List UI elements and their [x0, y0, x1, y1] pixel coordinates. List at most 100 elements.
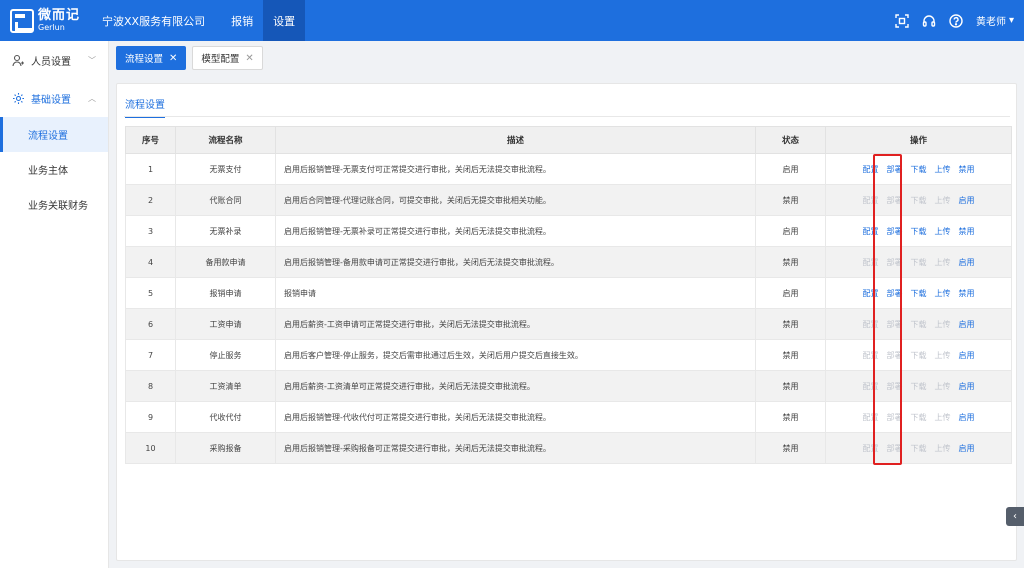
download-link[interactable]: 下载 — [911, 226, 927, 237]
toggle-status-link[interactable]: 启用 — [959, 350, 975, 361]
config-link[interactable]: 配置 — [863, 381, 879, 392]
cell-no: 10 — [125, 432, 176, 464]
cell-name: 停止服务 — [175, 339, 276, 371]
cell-status: 禁用 — [755, 401, 826, 433]
upload-link[interactable]: 上传 — [935, 226, 951, 237]
upload-link[interactable]: 上传 — [935, 443, 951, 454]
download-link[interactable]: 下载 — [911, 288, 927, 299]
deploy-link[interactable]: 部署 — [887, 257, 903, 268]
deploy-link[interactable]: 部署 — [887, 381, 903, 392]
cell-status: 禁用 — [755, 308, 826, 340]
config-link[interactable]: 配置 — [863, 226, 879, 237]
cell-name: 代收代付 — [175, 401, 276, 433]
upload-link[interactable]: 上传 — [935, 257, 951, 268]
cell-name: 工资清单 — [175, 370, 276, 402]
cell-no: 6 — [125, 308, 176, 340]
close-icon[interactable]: ✕ — [169, 53, 177, 64]
toggle-status-link[interactable]: 禁用 — [959, 164, 975, 175]
deploy-link[interactable]: 部署 — [887, 350, 903, 361]
deploy-link[interactable]: 部署 — [887, 319, 903, 330]
sidebar-group-people[interactable]: 人员设置 ﹀ — [0, 41, 108, 79]
close-icon[interactable]: ✕ — [245, 53, 253, 64]
deploy-link[interactable]: 部署 — [887, 288, 903, 299]
cell-desc: 启用后客户管理-停止服务，提交后需审批通过后生效，关闭后用户提交后直接生效。 — [275, 339, 756, 371]
caret-down-icon: ▾ — [1008, 15, 1014, 26]
upload-link[interactable]: 上传 — [935, 350, 951, 361]
cell-actions: 配置 部署 下载 上传 启用 — [825, 432, 1012, 464]
cell-actions: 配置 部署 下载 上传 启用 — [825, 308, 1012, 340]
upload-link[interactable]: 上传 — [935, 412, 951, 423]
user-name: 黄老师 — [975, 17, 1006, 28]
logo-mark-icon — [10, 8, 34, 33]
cell-status: 禁用 — [755, 432, 826, 464]
download-link[interactable]: 下载 — [911, 319, 927, 330]
logo[interactable]: 微而记 Gerlun — [0, 0, 96, 41]
deploy-link[interactable]: 部署 — [887, 443, 903, 454]
nav-reimbursement[interactable]: 报销 — [221, 0, 263, 41]
cell-actions: 配置 部署 下载 上传 启用 — [825, 339, 1012, 371]
headset-icon[interactable] — [922, 14, 936, 28]
download-link[interactable]: 下载 — [911, 257, 927, 268]
cell-actions: 配置 部署 下载 上传 启用 — [825, 370, 1012, 402]
collapse-toggle[interactable]: ‹ — [1006, 507, 1024, 526]
toggle-status-link[interactable]: 禁用 — [959, 288, 975, 299]
sidebar-item-process-settings[interactable]: 流程设置 — [0, 117, 108, 152]
column-header-actions: 操作 — [825, 126, 1012, 154]
download-link[interactable]: 下载 — [911, 195, 927, 206]
nav-settings[interactable]: 设置 — [263, 0, 306, 41]
company-name[interactable]: 宁波XX服务有限公司 — [102, 13, 205, 29]
table-row: 5 报销申请 报销申请 启用 配置 部署 下载 上传 禁用 — [125, 277, 1012, 309]
deploy-link[interactable]: 部署 — [887, 412, 903, 423]
help-icon[interactable] — [949, 13, 963, 28]
download-link[interactable]: 下载 — [911, 381, 927, 392]
download-link[interactable]: 下载 — [911, 164, 927, 175]
config-link[interactable]: 配置 — [863, 164, 879, 175]
cell-no: 3 — [125, 215, 176, 247]
cell-status: 启用 — [755, 277, 826, 309]
column-header-name: 流程名称 — [175, 126, 276, 154]
toggle-status-link[interactable]: 禁用 — [959, 226, 975, 237]
upload-link[interactable]: 上传 — [935, 195, 951, 206]
config-link[interactable]: 配置 — [863, 443, 879, 454]
upload-link[interactable]: 上传 — [935, 288, 951, 299]
toggle-status-link[interactable]: 启用 — [959, 381, 975, 392]
sidebar-group-label: 人员设置 — [31, 56, 71, 68]
column-header-status: 状态 — [755, 126, 826, 154]
sidebar-item-business-entity[interactable]: 业务主体 — [0, 152, 108, 187]
config-link[interactable]: 配置 — [863, 350, 879, 361]
toggle-status-link[interactable]: 启用 — [959, 257, 975, 268]
sidebar: 人员设置 ﹀ 基础设置 ︿ 流程设置 业务主体 业务关联财务 — [0, 41, 109, 568]
sidebar-group-basic[interactable]: 基础设置 ︿ — [0, 79, 108, 117]
toggle-status-link[interactable]: 启用 — [959, 319, 975, 330]
upload-link[interactable]: 上传 — [935, 164, 951, 175]
scan-icon[interactable] — [895, 13, 909, 28]
cell-status: 禁用 — [755, 339, 826, 371]
toggle-status-link[interactable]: 启用 — [959, 443, 975, 454]
subtab-process-settings[interactable]: 流程设置 — [125, 96, 165, 118]
download-link[interactable]: 下载 — [911, 350, 927, 361]
toggle-status-link[interactable]: 启用 — [959, 195, 975, 206]
download-link[interactable]: 下载 — [911, 443, 927, 454]
cell-name: 备用款申请 — [175, 246, 276, 278]
config-link[interactable]: 配置 — [863, 412, 879, 423]
header-actions: 黄老师 ▾ — [895, 0, 1014, 41]
sidebar-item-business-finance[interactable]: 业务关联财务 — [0, 187, 108, 222]
upload-link[interactable]: 上传 — [935, 381, 951, 392]
cell-status: 禁用 — [755, 246, 826, 278]
config-link[interactable]: 配置 — [863, 319, 879, 330]
process-table: 序号 流程名称 描述 状态 操作 1 无票支付 启用后报销管理-无票支付可正常提交进… — [125, 126, 1012, 464]
cell-desc: 启用后合同管理-代理记账合同，可提交审批，关闭后无提交审批相关功能。 — [275, 184, 756, 216]
tab-process-settings[interactable]: 流程设置 ✕ — [116, 46, 187, 70]
deploy-link[interactable]: 部署 — [887, 226, 903, 237]
cell-name: 代账合同 — [175, 184, 276, 216]
deploy-link[interactable]: 部署 — [887, 195, 903, 206]
user-menu[interactable]: 黄老师 ▾ — [976, 13, 1014, 28]
upload-link[interactable]: 上传 — [935, 319, 951, 330]
download-link[interactable]: 下载 — [911, 412, 927, 423]
config-link[interactable]: 配置 — [863, 288, 879, 299]
config-link[interactable]: 配置 — [863, 257, 879, 268]
toggle-status-link[interactable]: 启用 — [959, 412, 975, 423]
tab-model-config[interactable]: 模型配置 ✕ — [192, 46, 263, 70]
deploy-link[interactable]: 部署 — [887, 164, 903, 175]
config-link[interactable]: 配置 — [863, 195, 879, 206]
